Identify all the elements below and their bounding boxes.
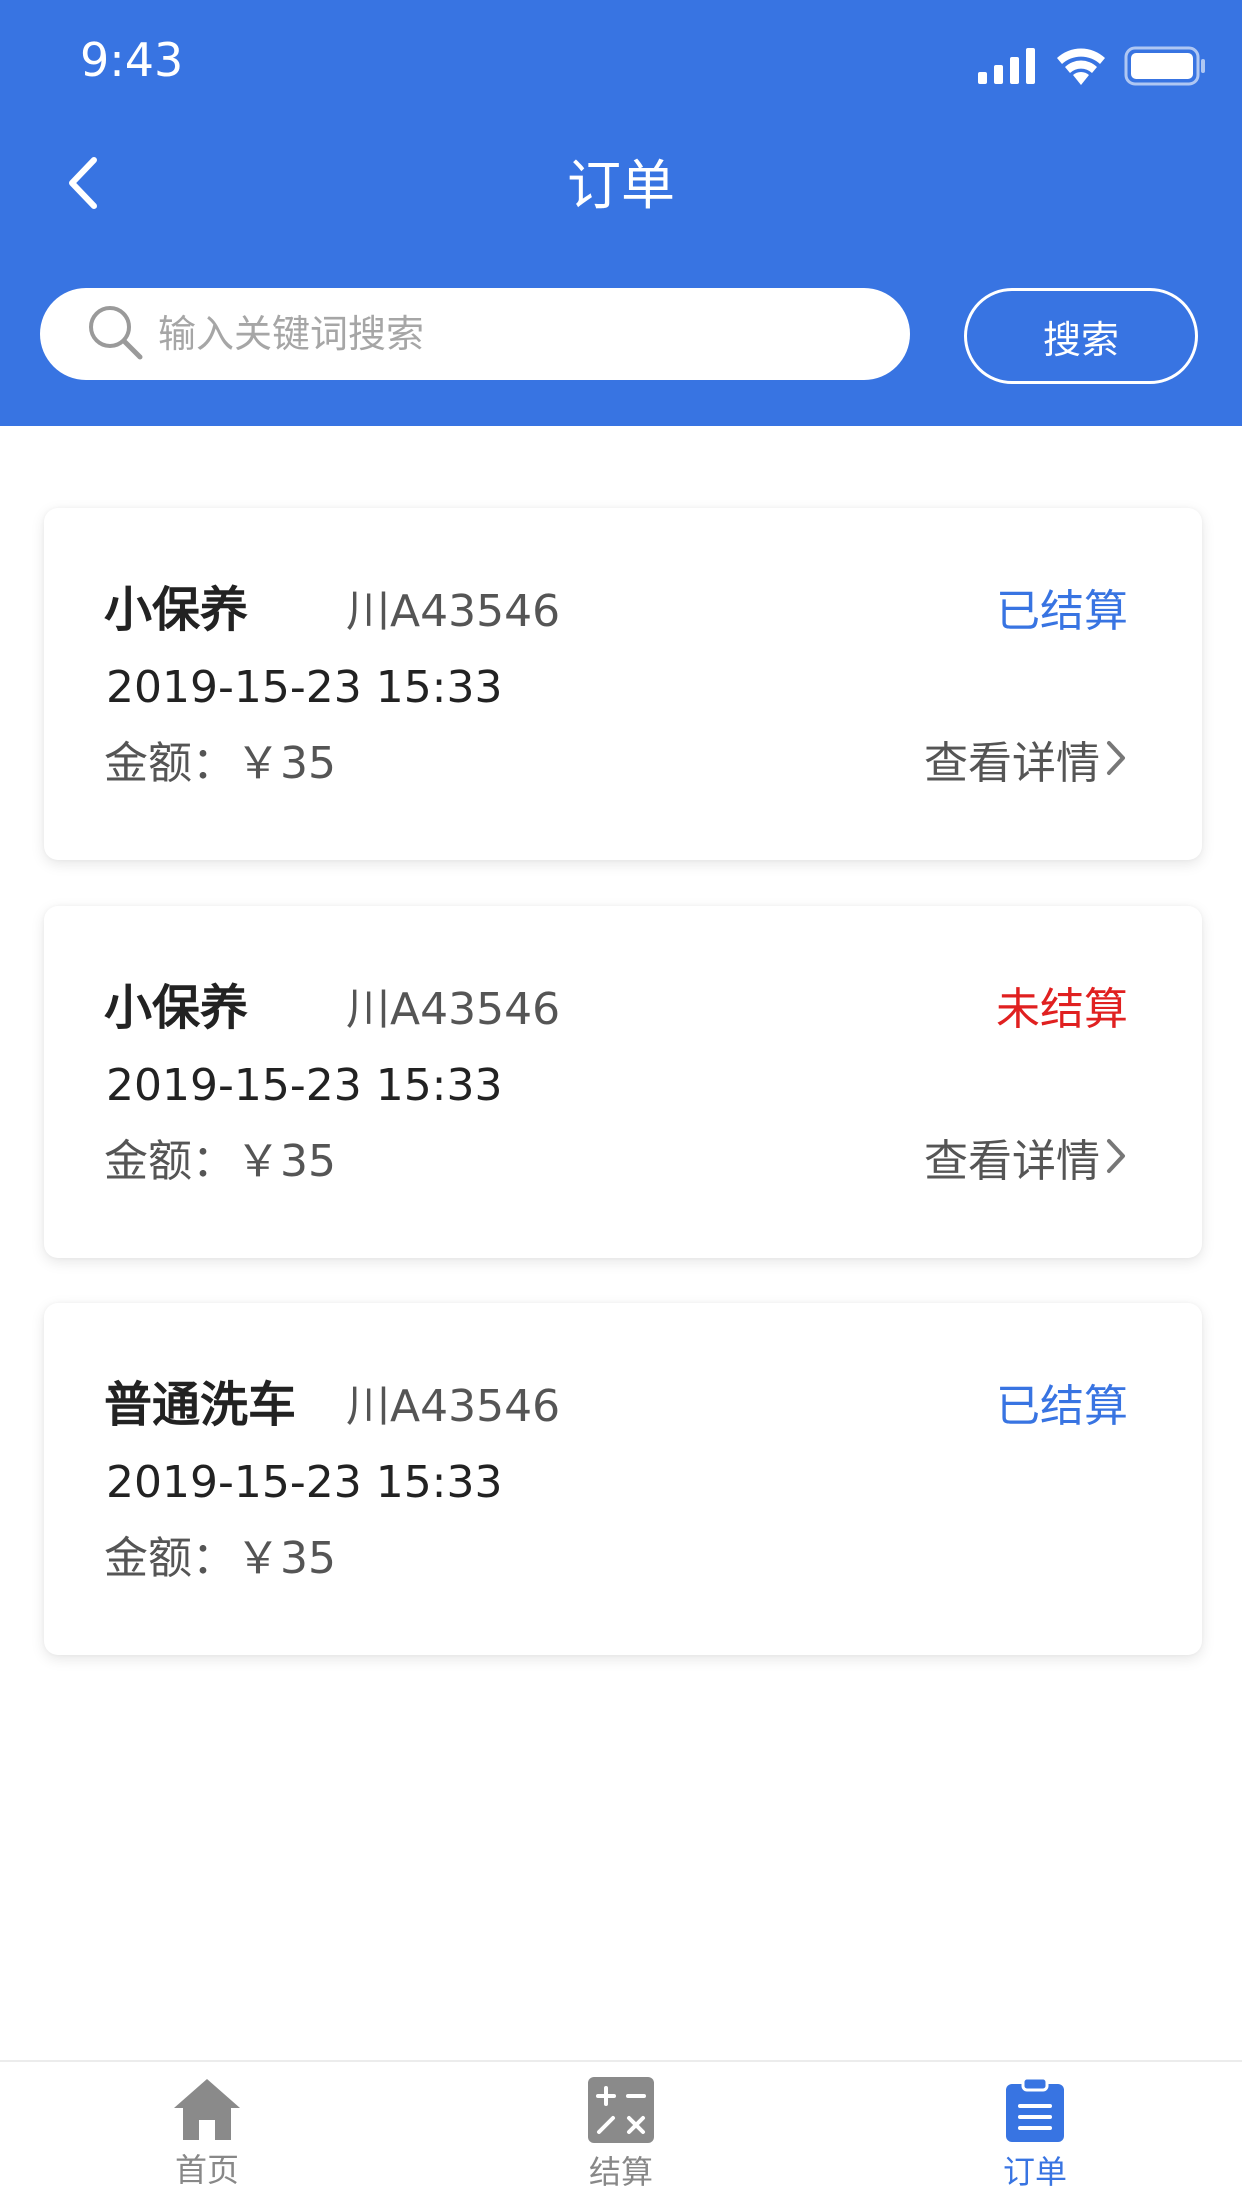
tab-label: 结算	[588, 2153, 653, 2191]
service-name: 小保养	[104, 582, 249, 638]
amount-value: ￥35	[236, 1136, 336, 1187]
order-amount: 金额： ￥35	[104, 734, 336, 794]
calculator-icon	[587, 2076, 655, 2148]
status-badge: 已结算	[996, 586, 1128, 637]
chevron-right-icon	[1100, 734, 1128, 794]
amount-value: ￥35	[236, 738, 336, 789]
tab-home[interactable]: 首页	[0, 2062, 414, 2208]
wifi-icon	[1056, 47, 1106, 89]
signal-icon	[978, 48, 1038, 88]
amount-label: 金额：	[104, 1136, 236, 1187]
view-details-label: 查看详情	[924, 738, 1100, 789]
tab-label: 订单	[1002, 2153, 1067, 2191]
order-datetime: 2019-15-23 15:33	[106, 1457, 503, 1508]
order-card[interactable]: 小保养 川A43546 未结算 2019-15-23 15:33 金额： ￥35…	[44, 906, 1202, 1258]
amount-value: ￥35	[236, 1533, 336, 1584]
search-button[interactable]: 搜索	[964, 288, 1198, 384]
status-time: 9:43	[80, 33, 184, 87]
view-details-label: 查看详情	[924, 1136, 1100, 1187]
service-name: 普通洗车	[104, 1377, 297, 1433]
status-badge: 未结算	[996, 984, 1128, 1035]
status-icons	[978, 44, 1206, 92]
order-datetime: 2019-15-23 15:33	[106, 662, 503, 713]
home-icon	[171, 2076, 243, 2146]
amount-label: 金额：	[104, 738, 236, 789]
license-plate: 川A43546	[346, 984, 561, 1035]
tab-orders[interactable]: 订单	[828, 2062, 1242, 2208]
license-plate: 川A43546	[346, 586, 561, 637]
service-name: 小保养	[104, 980, 249, 1036]
order-card[interactable]: 小保养 川A43546 已结算 2019-15-23 15:33 金额： ￥35…	[44, 508, 1202, 860]
tab-bar: 首页 结算 订单	[0, 2060, 1242, 2208]
view-details-link[interactable]: 查看详情	[924, 734, 1128, 794]
battery-icon	[1124, 46, 1206, 90]
status-badge: 已结算	[996, 1381, 1128, 1432]
amount-label: 金额：	[104, 1533, 236, 1584]
chevron-right-icon	[1100, 1132, 1128, 1192]
page-title: 订单	[567, 154, 675, 217]
search-icon	[86, 303, 144, 365]
order-amount: 金额： ￥35	[104, 1529, 336, 1589]
order-datetime: 2019-15-23 15:33	[106, 1060, 503, 1111]
order-card[interactable]: 普通洗车 川A43546 已结算 2019-15-23 15:33 金额： ￥3…	[44, 1303, 1202, 1655]
license-plate: 川A43546	[346, 1381, 561, 1432]
order-amount: 金额： ￥35	[104, 1132, 336, 1192]
view-details-link[interactable]: 查看详情	[924, 1132, 1128, 1192]
clipboard-icon	[1004, 2076, 1066, 2148]
tab-settlement[interactable]: 结算	[414, 2062, 828, 2208]
search-box[interactable]	[40, 288, 910, 380]
search-input[interactable]	[156, 311, 860, 357]
header: 9:43 订单 输入关键词搜索 搜索	[0, 0, 1242, 426]
tab-label: 首页	[174, 2151, 239, 2189]
